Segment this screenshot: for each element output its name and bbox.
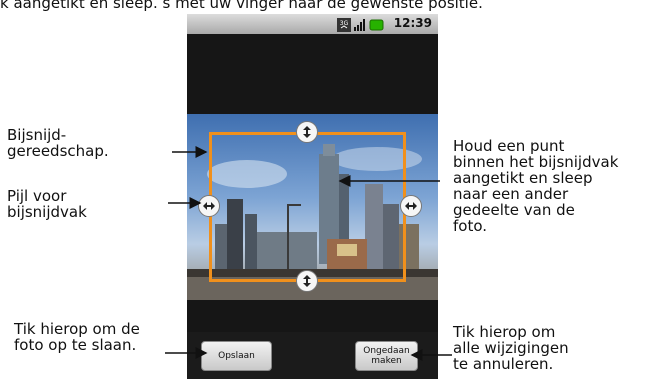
callout-arrows [165, 146, 452, 361]
